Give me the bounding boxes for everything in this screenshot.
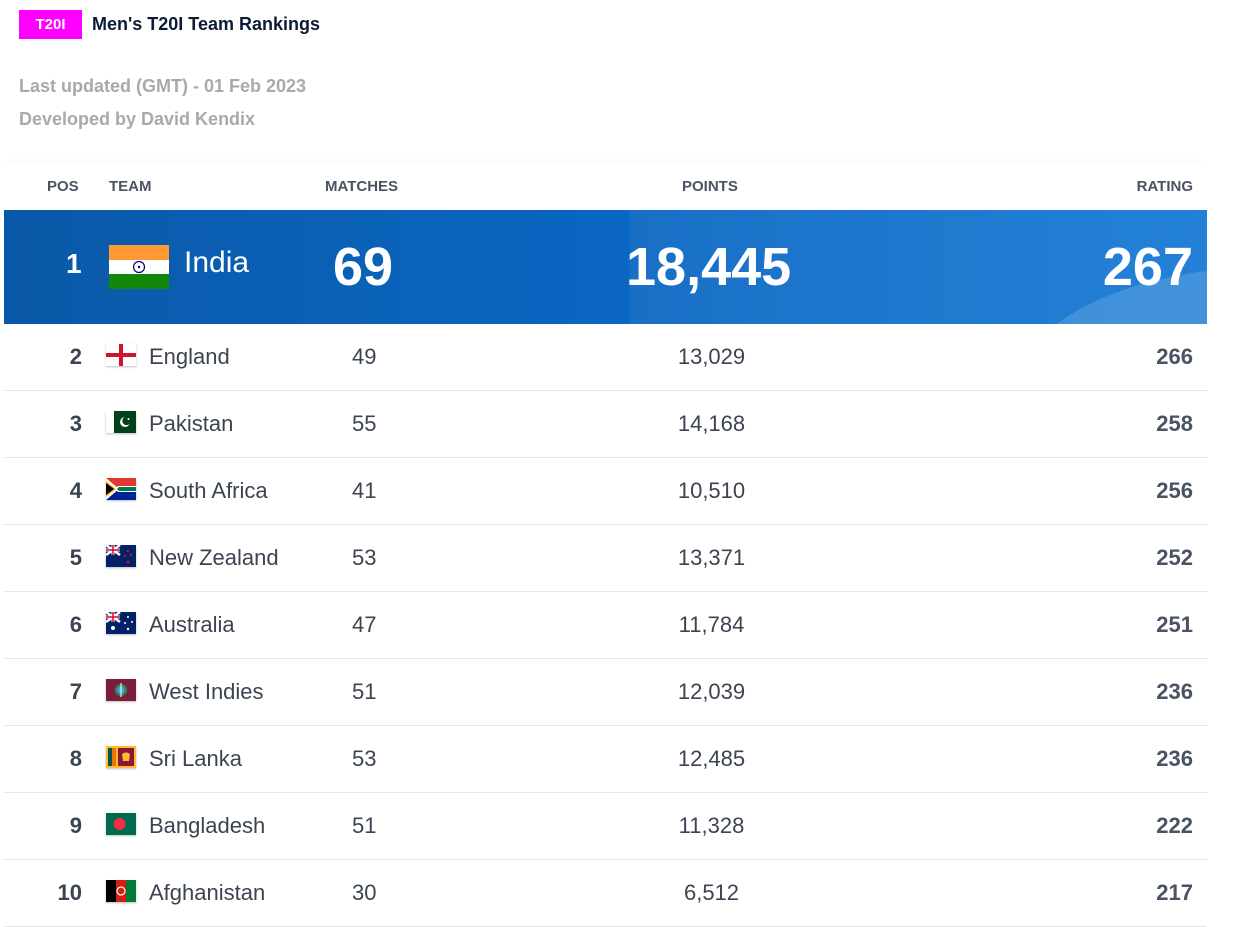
row-points: 12,485 <box>677 746 746 771</box>
column-header-points[interactable]: POINTS <box>682 178 738 195</box>
sri-lanka-flag-icon <box>106 746 136 768</box>
row-position: 8 <box>69 746 82 771</box>
developer-credit: Developed by David Kendix <box>19 109 256 129</box>
afghanistan-flag-icon <box>106 880 136 902</box>
leader-points: 18,445 <box>626 237 792 297</box>
row-matches: 53 <box>352 545 377 570</box>
row-team-name[interactable]: Pakistan <box>149 411 233 437</box>
row-team-name[interactable]: Sri Lanka <box>149 746 242 772</box>
row-team-name[interactable]: England <box>149 344 230 370</box>
row-matches: 49 <box>352 344 377 369</box>
row-position: 9 <box>69 813 82 838</box>
column-header-matches[interactable]: MATCHES <box>325 178 398 195</box>
row-points: 14,168 <box>677 411 746 436</box>
row-team-name[interactable]: West Indies <box>149 679 264 705</box>
row-team-name[interactable]: Bangladesh <box>149 813 265 839</box>
south-africa-flag-icon <box>106 478 136 500</box>
leader-rating: 267 <box>1102 237 1193 297</box>
row-position: 10 <box>57 880 82 905</box>
page-title: Men's T20I Team Rankings <box>92 14 321 34</box>
row-rating: 258 <box>1156 411 1193 436</box>
page-header: T20I Men's T20I Team Rankings <box>19 10 320 39</box>
row-matches: 55 <box>352 411 377 436</box>
row-rating: 256 <box>1156 478 1193 503</box>
table-row[interactable]: 8 Sri Lanka 53 12,485 236 <box>4 726 1207 793</box>
row-team-name[interactable]: New Zealand <box>149 545 279 571</box>
leader-row[interactable]: 1 India 69 18,445 267 <box>4 210 1207 324</box>
row-team-name[interactable]: South Africa <box>149 478 268 504</box>
west-indies-flag-icon <box>106 679 136 701</box>
table-row[interactable]: 5 New Zealand 53 13,371 252 <box>4 525 1207 592</box>
australia-flag-icon <box>106 612 136 634</box>
table-row[interactable]: 3 Pakistan 55 14,168 258 <box>4 391 1207 458</box>
table-header: POS TEAM MATCHES POINTS RATING <box>4 163 1207 210</box>
format-badge[interactable]: T20I <box>19 10 82 39</box>
table-row[interactable]: 6 Australia 47 11,784 251 <box>4 592 1207 659</box>
row-matches: 53 <box>352 746 377 771</box>
row-rating: 236 <box>1156 746 1193 771</box>
row-points: 11,784 <box>678 612 745 637</box>
row-matches: 30 <box>352 880 377 905</box>
table-row[interactable]: 7 West Indies 51 12,039 236 <box>4 659 1207 726</box>
column-header-team[interactable]: TEAM <box>109 178 152 195</box>
pakistan-flag-icon <box>106 411 136 433</box>
row-position: 6 <box>69 612 82 637</box>
row-matches: 47 <box>352 612 377 637</box>
new-zealand-flag-icon <box>106 545 136 567</box>
leader-position: 1 <box>66 248 82 279</box>
row-points: 6,512 <box>683 880 740 905</box>
table-row[interactable]: 10 Afghanistan 30 6,512 217 <box>4 860 1207 927</box>
row-position: 5 <box>69 545 82 570</box>
row-rating: 266 <box>1156 344 1193 369</box>
row-position: 3 <box>69 411 82 436</box>
row-matches: 51 <box>352 813 377 838</box>
row-rating: 222 <box>1156 813 1193 838</box>
india-flag-icon <box>109 245 169 289</box>
last-updated-text: Last updated (GMT) - 01 Feb 2023 <box>19 76 307 96</box>
table-row[interactable]: 4 South Africa 41 10,510 256 <box>4 458 1207 525</box>
row-points: 12,039 <box>677 679 746 704</box>
row-rating: 217 <box>1156 880 1193 905</box>
row-team-name[interactable]: Afghanistan <box>149 880 265 906</box>
england-flag-icon <box>106 344 136 366</box>
row-matches: 41 <box>352 478 377 503</box>
row-matches: 51 <box>352 679 377 704</box>
column-header-pos[interactable]: POS <box>47 178 79 195</box>
row-position: 4 <box>69 478 82 503</box>
row-rating: 251 <box>1156 612 1193 637</box>
row-rating: 236 <box>1156 679 1193 704</box>
rankings-table: POS TEAM MATCHES POINTS RATING 1 India 6… <box>4 163 1207 927</box>
row-points: 13,371 <box>677 545 746 570</box>
row-points: 10,510 <box>677 478 746 503</box>
column-header-rating[interactable]: RATING <box>1137 178 1193 195</box>
row-points: 11,328 <box>678 813 745 838</box>
table-row[interactable]: 2 England 49 13,029 266 <box>4 324 1207 391</box>
row-position: 2 <box>69 344 82 369</box>
leader-matches: 69 <box>333 237 394 297</box>
bangladesh-flag-icon <box>106 813 136 835</box>
row-team-name[interactable]: Australia <box>149 612 235 638</box>
row-rating: 252 <box>1156 545 1193 570</box>
row-position: 7 <box>69 679 82 704</box>
table-row[interactable]: 9 Bangladesh 51 11,328 222 <box>4 793 1207 860</box>
leader-team-name[interactable]: India <box>184 246 249 280</box>
row-points: 13,029 <box>677 344 746 369</box>
